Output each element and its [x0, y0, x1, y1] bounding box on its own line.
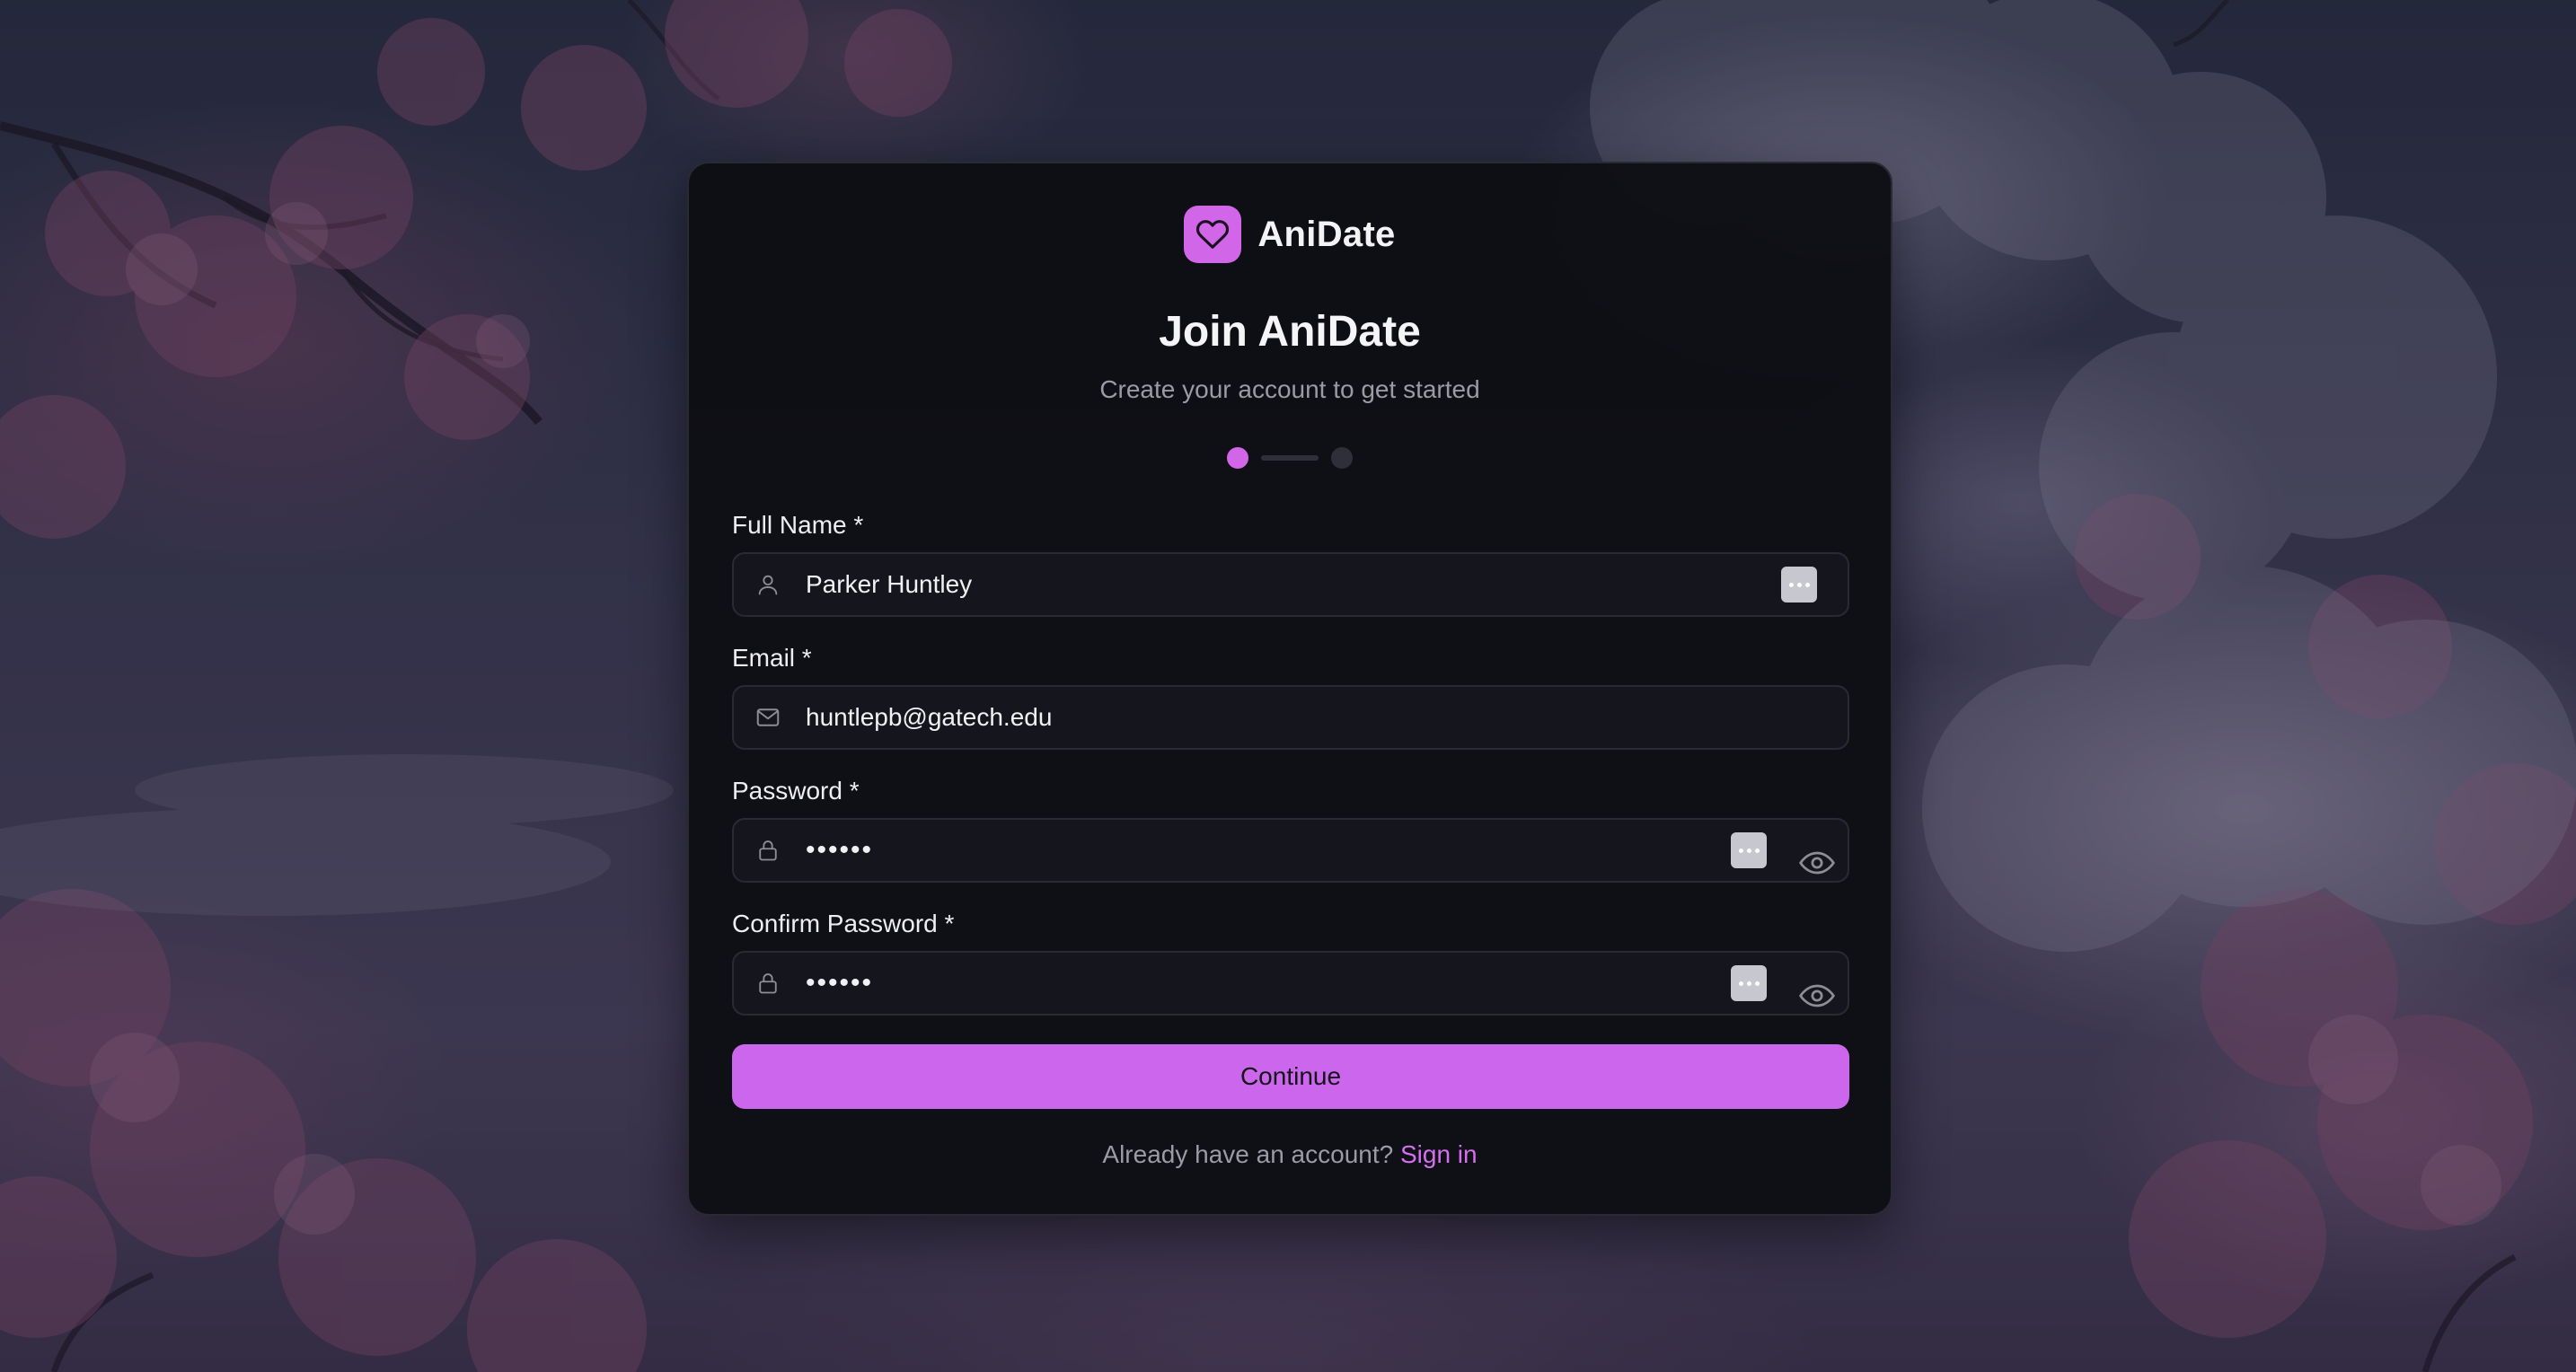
continue-button[interactable]: Continue [732, 1044, 1849, 1109]
email-input[interactable] [806, 687, 1704, 748]
step-indicator [689, 447, 1891, 469]
confirm-password-input[interactable] [806, 953, 1704, 1014]
step-dot-1 [1227, 447, 1248, 469]
heart-icon [1184, 206, 1242, 263]
eye-icon[interactable] [1795, 974, 1839, 1017]
full-name-label: Full Name * [732, 511, 864, 539]
autofill-menu-icon[interactable] [1731, 965, 1767, 1001]
brand-header: AniDate [689, 206, 1891, 263]
step-dot-2 [1331, 447, 1353, 469]
password-field[interactable] [732, 818, 1849, 883]
lock-icon [754, 969, 782, 998]
password-label: Password * [732, 777, 860, 805]
autofill-menu-icon[interactable] [1731, 832, 1767, 868]
signup-card: AniDate Join AniDate Create your account… [687, 162, 1892, 1216]
full-name-input[interactable] [806, 554, 1704, 615]
signin-prompt: Already have an account? [1102, 1140, 1400, 1168]
brand-name: AniDate [1257, 214, 1396, 254]
mail-icon [754, 703, 782, 732]
confirm-password-label: Confirm Password * [732, 910, 955, 937]
step-connector [1261, 455, 1319, 461]
user-icon [754, 570, 782, 599]
autofill-menu-icon[interactable] [1781, 567, 1817, 602]
eye-icon[interactable] [1795, 841, 1839, 884]
lock-icon [754, 836, 782, 865]
page-subtitle: Create your account to get started [1099, 375, 1480, 403]
password-input[interactable] [806, 820, 1704, 881]
confirm-password-field[interactable] [732, 951, 1849, 1016]
email-field[interactable] [732, 685, 1849, 750]
signin-link[interactable]: Sign in [1400, 1140, 1478, 1168]
signin-row: Already have an account? Sign in [689, 1140, 1891, 1169]
email-label: Email * [732, 644, 812, 672]
page-title: Join AniDate [1159, 308, 1421, 356]
full-name-field[interactable] [732, 552, 1849, 617]
